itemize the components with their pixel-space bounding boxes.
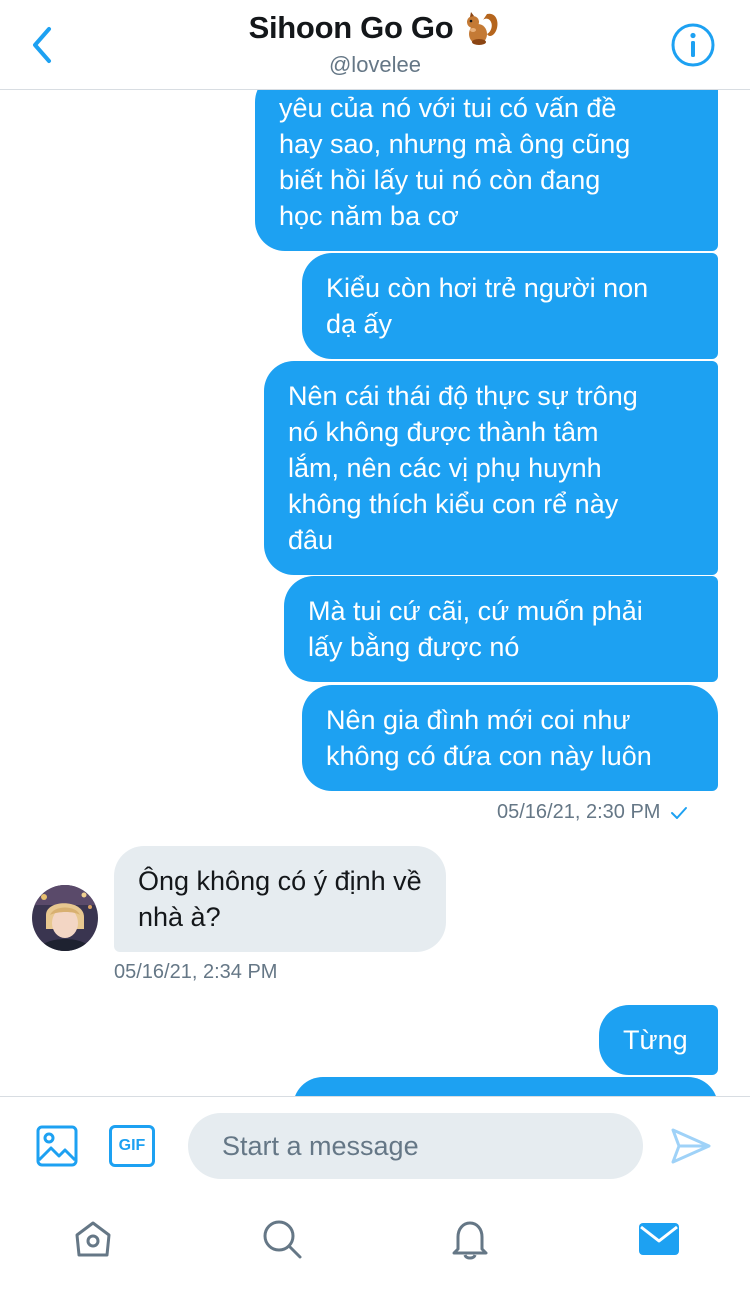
gif-icon: GIF bbox=[109, 1125, 155, 1167]
info-button[interactable] bbox=[670, 22, 716, 68]
timestamp-text: 05/16/21, 2:30 PM bbox=[497, 801, 661, 823]
tab-messages[interactable] bbox=[636, 1216, 682, 1262]
message-bubble-outgoing[interactable]: Mà tui cứ cãi, cứ muốn phải lấy bằng đượ… bbox=[284, 576, 718, 682]
message-input[interactable]: Start a message bbox=[188, 1113, 643, 1179]
conversation-header: Sihoon Go Go @lovelee bbox=[0, 0, 750, 90]
bell-icon bbox=[452, 1221, 488, 1260]
checkmark-icon bbox=[671, 806, 688, 819]
info-icon bbox=[671, 23, 715, 67]
home-icon bbox=[75, 1221, 111, 1257]
conversation-title: Sihoon Go Go bbox=[249, 8, 502, 48]
outgoing-timestamp: 05/16/21, 2:30 PM bbox=[497, 801, 688, 824]
contact-name: Sihoon Go Go bbox=[248, 10, 454, 45]
message-bubble-incoming[interactable]: Ông không có ý định về nhà à? bbox=[114, 846, 446, 952]
message-bubble-outgoing[interactable]: Nên cái thái độ thực sự trông nó không đ… bbox=[264, 361, 718, 575]
message-bubble-outgoing-partial[interactable] bbox=[293, 1077, 718, 1096]
avatar-image bbox=[32, 885, 98, 951]
tab-notifications[interactable] bbox=[447, 1216, 493, 1262]
image-icon bbox=[36, 1125, 78, 1167]
gif-button[interactable]: GIF bbox=[108, 1124, 156, 1168]
tab-home[interactable] bbox=[70, 1216, 116, 1262]
send-button[interactable] bbox=[668, 1123, 714, 1169]
mail-icon bbox=[639, 1223, 679, 1255]
incoming-timestamp: 05/16/21, 2:34 PM bbox=[114, 961, 278, 983]
gif-label: GIF bbox=[118, 1137, 146, 1154]
conversation-title-block[interactable]: Sihoon Go Go @lovelee bbox=[0, 8, 750, 78]
message-composer: GIF Start a message bbox=[0, 1096, 750, 1196]
squirrel-icon bbox=[467, 12, 498, 45]
message-bubble-outgoing[interactable]: Kiểu còn hơi trẻ người non dạ ấy bbox=[302, 253, 718, 359]
message-bubble-outgoing[interactable]: Từng bbox=[599, 1005, 718, 1075]
photo-button[interactable] bbox=[34, 1123, 80, 1169]
contact-handle: @lovelee bbox=[328, 52, 422, 77]
send-icon bbox=[671, 1128, 711, 1164]
message-thread[interactable]: yêu của nó với tui có vấn đề hay sao, nh… bbox=[0, 90, 750, 1096]
message-bubble-outgoing[interactable]: Nên gia đình mới coi như không có đứa co… bbox=[302, 685, 718, 791]
bottom-tab-bar bbox=[0, 1196, 750, 1294]
search-icon bbox=[263, 1220, 302, 1259]
message-bubble-outgoing[interactable]: yêu của nó với tui có vấn đề hay sao, nh… bbox=[255, 90, 718, 251]
avatar[interactable] bbox=[32, 885, 98, 951]
tab-search[interactable] bbox=[259, 1216, 305, 1262]
